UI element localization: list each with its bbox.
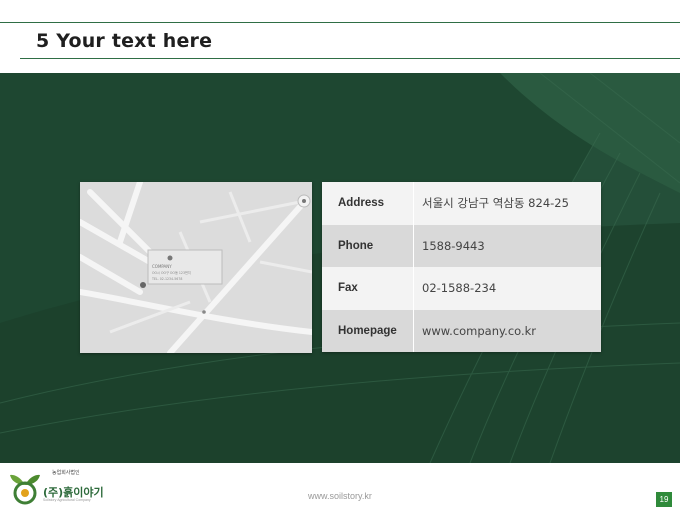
- homepage-value[interactable]: www.company.co.kr: [414, 310, 601, 353]
- location-map[interactable]: COMPANY OO시 OO구 OO동 123번지 TEL. 02-1234-5…: [80, 182, 312, 353]
- fax-label: Fax: [322, 267, 414, 310]
- logo-small-text: 농업회사법인: [52, 470, 80, 476]
- contact-row-address: Address 서울시 강남구 역삼동 824-25: [322, 182, 601, 225]
- page-number-badge: 19: [656, 492, 672, 507]
- company-logo: 농업회사법인 (주)흙이야기 Soilstory Agricultural Co…: [8, 469, 128, 505]
- sprout-icon: [10, 474, 40, 505]
- svg-text:OO시 OO구 OO동 123번지: OO시 OO구 OO동 123번지: [152, 270, 191, 275]
- contact-row-phone: Phone 1588-9443: [322, 224, 601, 267]
- svg-text:TEL. 02-1234-5678: TEL. 02-1234-5678: [151, 277, 182, 281]
- top-rule: [0, 22, 680, 23]
- phone-value: 1588-9443: [422, 238, 485, 253]
- svg-text:COMPANY: COMPANY: [152, 264, 172, 269]
- contact-row-fax: Fax 02-1588-234: [322, 267, 601, 310]
- fax-value: 02-1588-234: [422, 281, 497, 296]
- footer-website[interactable]: www.soilstory.kr: [308, 491, 372, 501]
- title-underline: [20, 58, 680, 59]
- slide-title: 5 Your text here: [36, 30, 213, 52]
- address-value: 서울시 강남구 역삼동 824-25: [422, 196, 569, 211]
- address-label: Address: [322, 182, 414, 225]
- contact-row-homepage: Homepage www.company.co.kr: [322, 309, 601, 353]
- contact-table: Address 서울시 강남구 역삼동 824-25 Phone 1588-94…: [322, 182, 601, 352]
- phone-label: Phone: [322, 224, 414, 267]
- homepage-label: Homepage: [322, 309, 414, 352]
- logo-tagline: Soilstory Agricultural Company: [43, 498, 91, 502]
- map-graphic: COMPANY OO시 OO구 OO동 123번지 TEL. 02-1234-5…: [80, 182, 312, 353]
